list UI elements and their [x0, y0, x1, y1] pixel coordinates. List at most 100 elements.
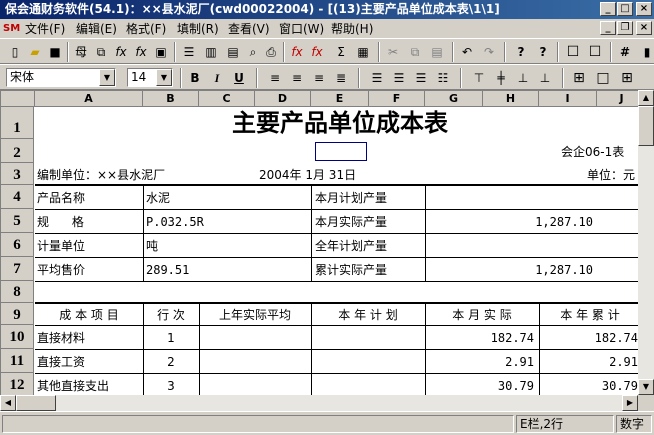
table-row-month[interactable]: 2.91 — [426, 352, 534, 372]
font-name-select[interactable]: 宋体 ▼ — [6, 68, 116, 87]
column-header-b[interactable]: B — [143, 91, 199, 107]
menu-fill[interactable]: 填制(R) — [177, 21, 219, 37]
vertical-scrollbar[interactable]: ▲ ▼ — [638, 90, 654, 395]
column-header-j[interactable]: J — [597, 91, 638, 107]
align-distributed-4-icon[interactable]: ☷ — [434, 69, 452, 87]
unit-measure-value[interactable]: 吨 — [146, 236, 306, 256]
column-header-f[interactable]: F — [369, 91, 425, 107]
help-icon[interactable]: ? — [512, 43, 530, 61]
formula-check-icon[interactable]: fx — [308, 43, 326, 61]
table-row-cum[interactable]: 182.74 — [540, 328, 638, 348]
child-close-button[interactable]: × — [636, 21, 652, 35]
search-icon[interactable]: ⌕ — [244, 43, 262, 61]
undo-icon[interactable]: ↶ — [458, 43, 476, 61]
align-center-icon[interactable]: ≡ — [288, 69, 306, 87]
menu-file[interactable]: 文件(F) — [25, 21, 65, 37]
formula-icon[interactable]: fx — [288, 43, 306, 61]
selected-cell-e2[interactable] — [315, 142, 367, 161]
bold-button[interactable]: B — [186, 69, 204, 87]
column-header-e[interactable]: E — [311, 91, 369, 107]
sum-icon[interactable]: Σ — [332, 43, 350, 61]
document-icon[interactable]: SM — [3, 21, 20, 36]
horizontal-scroll-thumb[interactable] — [16, 395, 56, 411]
table-row-month[interactable]: 30.79 — [426, 376, 534, 395]
row-header-7[interactable]: 7 — [1, 257, 34, 281]
save-icon[interactable]: ■ — [46, 43, 64, 61]
function-wizard-icon[interactable]: fx — [132, 43, 150, 61]
print-icon[interactable]: ⎙ — [262, 43, 280, 61]
menu-view[interactable]: 查看(V) — [228, 21, 270, 37]
print-preview-icon[interactable]: 母 — [72, 43, 90, 61]
report-grid[interactable]: A B C D E F G H I J 1 2 3 4 5 6 7 8 9 10… — [0, 90, 638, 395]
redo-icon[interactable]: ↷ — [480, 43, 498, 61]
child-restore-button[interactable]: ❐ — [617, 21, 633, 35]
column-header-i[interactable]: I — [539, 91, 597, 107]
paste-icon[interactable]: ▤ — [428, 43, 446, 61]
table-row-month[interactable]: 182.74 — [426, 328, 534, 348]
horizontal-scrollbar[interactable]: ◀ ▶ — [0, 395, 638, 411]
row-header-12[interactable]: 12 — [1, 373, 34, 395]
menu-edit[interactable]: 编辑(E) — [76, 21, 117, 37]
align-justify-icon[interactable]: ≣ — [332, 69, 350, 87]
more-icon[interactable]: ▮ — [638, 43, 654, 61]
all-borders-icon[interactable]: ⊞ — [570, 69, 588, 87]
scroll-up-icon[interactable]: ▲ — [638, 90, 654, 106]
valign-top-icon[interactable]: ⊤ — [470, 69, 488, 87]
chevron-down-icon[interactable]: ▼ — [99, 69, 115, 86]
new-file-icon[interactable]: ▯ — [6, 43, 24, 61]
minimize-button[interactable]: _ — [600, 2, 616, 16]
row-header-10[interactable]: 10 — [1, 325, 34, 349]
maximize-button[interactable]: □ — [617, 2, 633, 16]
spec-value[interactable]: P.032.5R — [146, 212, 306, 232]
grid-toggle-icon[interactable]: # — [616, 43, 634, 61]
column-header-c[interactable]: C — [199, 91, 255, 107]
chevron-down-icon[interactable]: ▼ — [156, 69, 172, 86]
product-name-value[interactable]: 水泥 — [146, 188, 306, 208]
cum-actual-qty-value[interactable]: 1,287.10 — [501, 260, 593, 280]
row-header-4[interactable]: 4 — [1, 185, 34, 209]
row-header-3[interactable]: 3 — [1, 163, 34, 185]
column-header-g[interactable]: G — [425, 91, 483, 107]
column-header-a[interactable]: A — [35, 91, 143, 107]
fill-icon[interactable]: ▣ — [152, 43, 170, 61]
scroll-left-icon[interactable]: ◀ — [0, 395, 16, 411]
row-header-6[interactable]: 6 — [1, 233, 34, 257]
menu-help[interactable]: 帮助(H) — [331, 21, 373, 37]
cut-icon[interactable]: ✂ — [384, 43, 402, 61]
table-row-cum[interactable]: 30.79 — [540, 376, 638, 395]
font-size-select[interactable]: 14 ▼ — [127, 68, 173, 87]
table-row-cum[interactable]: 2.91 — [540, 352, 638, 372]
inside-border-icon[interactable]: ⊞ — [618, 69, 636, 87]
open-folder-icon[interactable]: ▰ — [26, 43, 44, 61]
avg-price-value[interactable]: 289.51 — [146, 260, 306, 280]
valign-bottom-icon[interactable]: ⊥ — [514, 69, 532, 87]
align-distributed-3-icon[interactable]: ☰ — [412, 69, 430, 87]
copy-icon[interactable]: ⧉ — [406, 43, 424, 61]
sheet-icon[interactable]: ▤ — [224, 43, 242, 61]
align-distributed-icon[interactable]: ☰ — [368, 69, 386, 87]
align-distributed-2-icon[interactable]: ☰ — [390, 69, 408, 87]
function-icon[interactable]: fx — [112, 43, 130, 61]
context-help-icon[interactable]: ? — [534, 43, 552, 61]
menu-format[interactable]: 格式(F) — [126, 21, 166, 37]
valign-full-icon[interactable]: ⊥ — [536, 69, 554, 87]
scroll-right-icon[interactable]: ▶ — [622, 395, 638, 411]
menu-window[interactable]: 窗口(W) — [279, 21, 324, 37]
month-actual-qty-value[interactable]: 1,287.10 — [501, 212, 593, 232]
row-header-2[interactable]: 2 — [1, 139, 34, 163]
scroll-down-icon[interactable]: ▼ — [638, 379, 654, 395]
underline-button[interactable]: U — [230, 69, 248, 87]
copy-sheet-icon[interactable]: ⧉ — [92, 43, 110, 61]
align-right-icon[interactable]: ≡ — [310, 69, 328, 87]
column-header-d[interactable]: D — [255, 91, 311, 107]
valign-middle-icon[interactable]: ╪ — [492, 69, 510, 87]
insert-row-icon[interactable]: ☰ — [180, 43, 198, 61]
column-header-h[interactable]: H — [483, 91, 539, 107]
child-minimize-button[interactable]: _ — [600, 21, 616, 35]
outside-border-icon[interactable]: □ — [594, 69, 612, 87]
align-left-icon[interactable]: ≡ — [266, 69, 284, 87]
select-all-corner[interactable] — [1, 91, 35, 107]
row-header-5[interactable]: 5 — [1, 209, 34, 233]
row-header-9[interactable]: 9 — [1, 303, 34, 325]
italic-button[interactable]: I — [208, 69, 226, 87]
